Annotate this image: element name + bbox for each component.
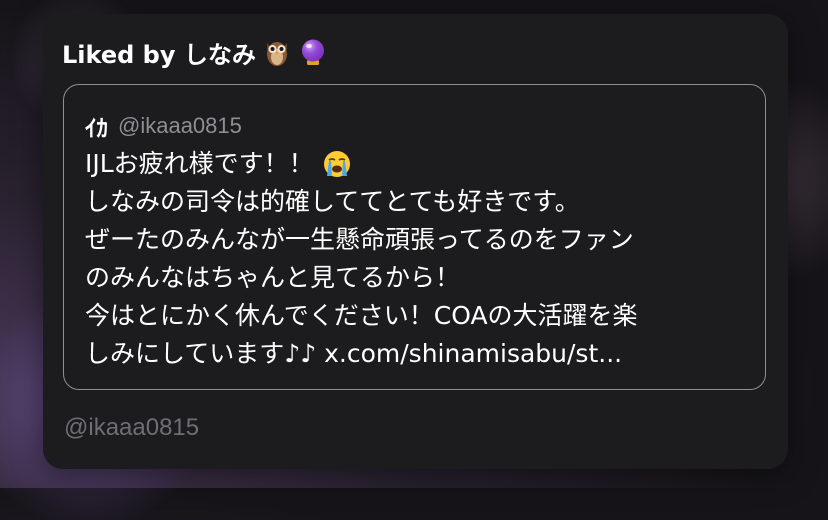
author-handle: @ikaaa0815: [118, 113, 242, 138]
liked-by-label: Liked by しなみ: [62, 40, 256, 69]
quoted-tweet[interactable]: ｲｶ @ikaaa0815 IJLお疲れ様です！！ しなみの司令は的確しててとて…: [63, 84, 766, 390]
tweet-text: IJLお疲れ様です！！ しなみの司令は的確しててとても好きです。 ぜーたのみんな…: [85, 145, 755, 373]
owl-emoji-icon: [262, 37, 292, 67]
tweet-line: 今はとにかく休んでください！COAの大活躍を楽: [85, 297, 755, 335]
tweet-line-text[interactable]: しみにしています♪♪ x.com/shinamisabu/st...: [85, 335, 622, 373]
tweet-line: IJLお疲れ様です！！: [85, 145, 755, 183]
tweet-line: しなみの司令は的確しててとても好きです。: [85, 183, 755, 221]
tweet-line-text: ぜーたのみんなが一生懸命頑張ってるのをファン: [85, 225, 634, 254]
crystal-ball-emoji-icon: [298, 37, 328, 67]
tweet-line-text: のみんなはちゃんと見てるから！: [85, 263, 461, 292]
quoted-tweet-author: ｲｶ @ikaaa0815: [85, 109, 242, 143]
tweet-line: しみにしています♪♪ x.com/shinamisabu/st...: [85, 335, 755, 373]
tweet-line-text: しなみの司令は的確しててとても好きです。: [85, 187, 580, 216]
author-display-name: ｲｶ: [85, 116, 108, 142]
liked-post-notification-card[interactable]: Liked by しなみ ｲｶ @ikaaa0815 IJLお疲れ様です！！ し…: [43, 14, 788, 469]
liked-by-header: Liked by しなみ: [62, 32, 328, 72]
tweet-line: ぜーたのみんなが一生懸命頑張ってるのをファン: [85, 221, 755, 259]
tweet-line-text: IJLお疲れ様です！！: [85, 149, 314, 178]
loudly-crying-face-emoji-icon: [322, 149, 352, 179]
footer-handle: @ikaaa0815: [64, 414, 200, 441]
tweet-line: のみんなはちゃんと見てるから！: [85, 259, 755, 297]
tweet-line-text: 今はとにかく休んでください！COAの大活躍を楽: [85, 301, 638, 330]
